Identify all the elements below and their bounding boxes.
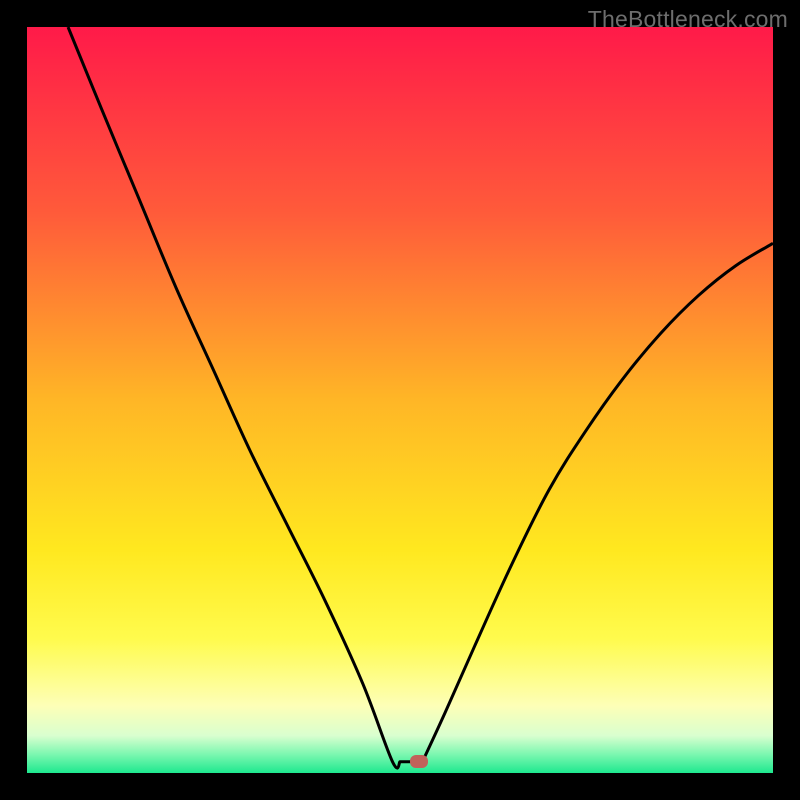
curve-path bbox=[68, 27, 773, 768]
chart-frame: TheBottleneck.com bbox=[0, 0, 800, 800]
bottleneck-curve bbox=[27, 27, 773, 773]
attribution-text: TheBottleneck.com bbox=[588, 6, 788, 33]
optimal-marker bbox=[410, 755, 428, 768]
